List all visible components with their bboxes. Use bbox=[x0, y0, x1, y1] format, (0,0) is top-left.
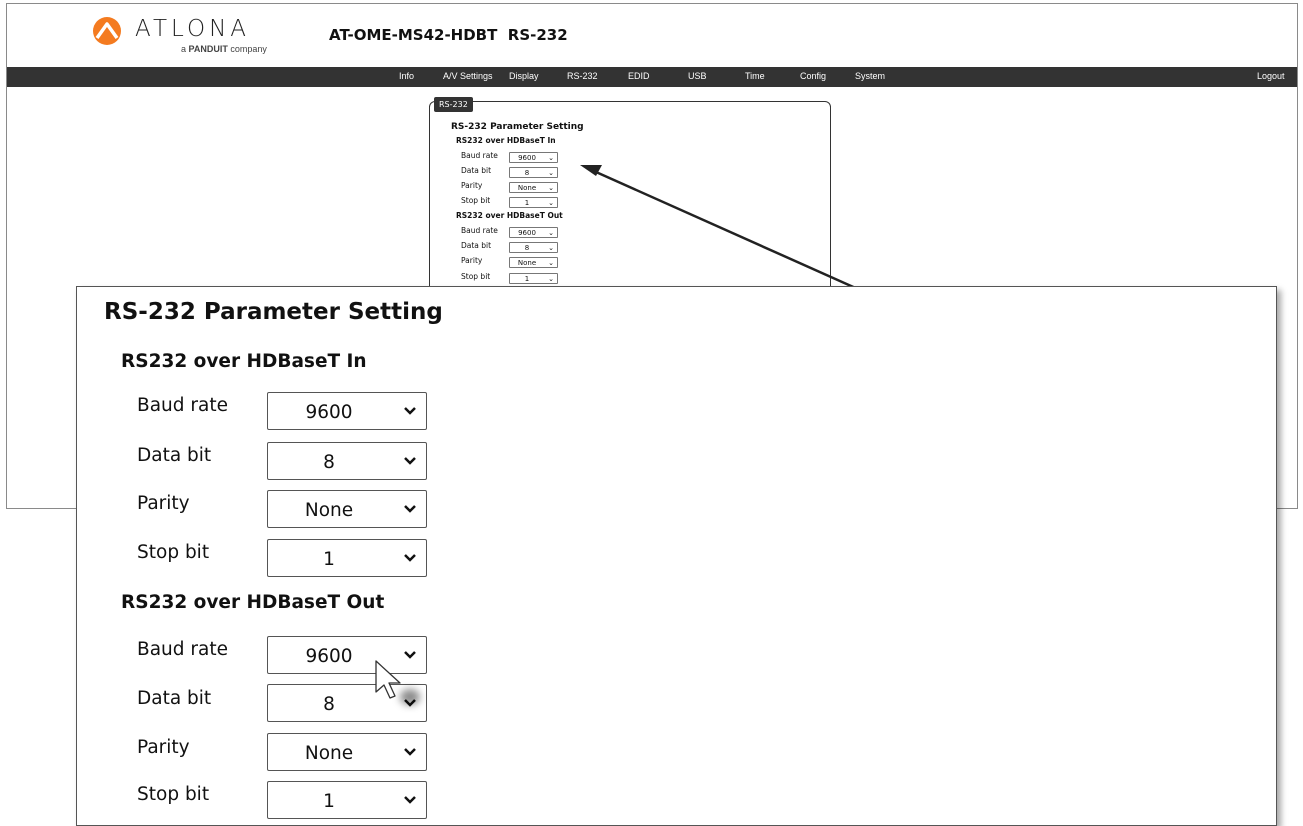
zoom-label-databit-in: Data bit bbox=[137, 445, 212, 466]
chevron-down-icon bbox=[404, 554, 416, 562]
zoom-section-heading-in: RS232 over HDBaseT In bbox=[121, 351, 367, 372]
zoom-select-stopbit-in[interactable]: 1 bbox=[267, 539, 427, 577]
zoom-label-databit-out: Data bit bbox=[137, 688, 212, 709]
zoom-label-parity-in: Parity bbox=[137, 493, 190, 514]
chevron-down-icon bbox=[404, 407, 416, 415]
zoom-select-stopbit-out[interactable]: 1 bbox=[267, 781, 427, 819]
chevron-down-icon bbox=[404, 796, 416, 804]
zoom-label-stopbit-out: Stop bit bbox=[137, 784, 210, 805]
chevron-down-icon bbox=[404, 505, 416, 513]
zoom-select-parity-out[interactable]: None bbox=[267, 733, 427, 771]
zoom-select-parity-in[interactable]: None bbox=[267, 490, 427, 528]
zoom-select-databit-in[interactable]: 8 bbox=[267, 442, 427, 480]
chevron-down-icon bbox=[404, 748, 416, 756]
zoom-title: RS-232 Parameter Setting bbox=[104, 299, 443, 325]
zoom-section-heading-out: RS232 over HDBaseT Out bbox=[121, 592, 385, 613]
zoom-label-baud-out: Baud rate bbox=[137, 639, 228, 660]
zoom-label-baud-in: Baud rate bbox=[137, 395, 228, 416]
chevron-down-icon bbox=[404, 457, 416, 465]
zoom-label-parity-out: Parity bbox=[137, 737, 190, 758]
zoom-callout: RS-232 Parameter Setting RS232 over HDBa… bbox=[76, 286, 1277, 826]
mouse-pointer-icon bbox=[375, 660, 420, 705]
zoom-label-stopbit-in: Stop bit bbox=[137, 542, 210, 563]
zoom-select-baud-in[interactable]: 9600 bbox=[267, 392, 427, 430]
